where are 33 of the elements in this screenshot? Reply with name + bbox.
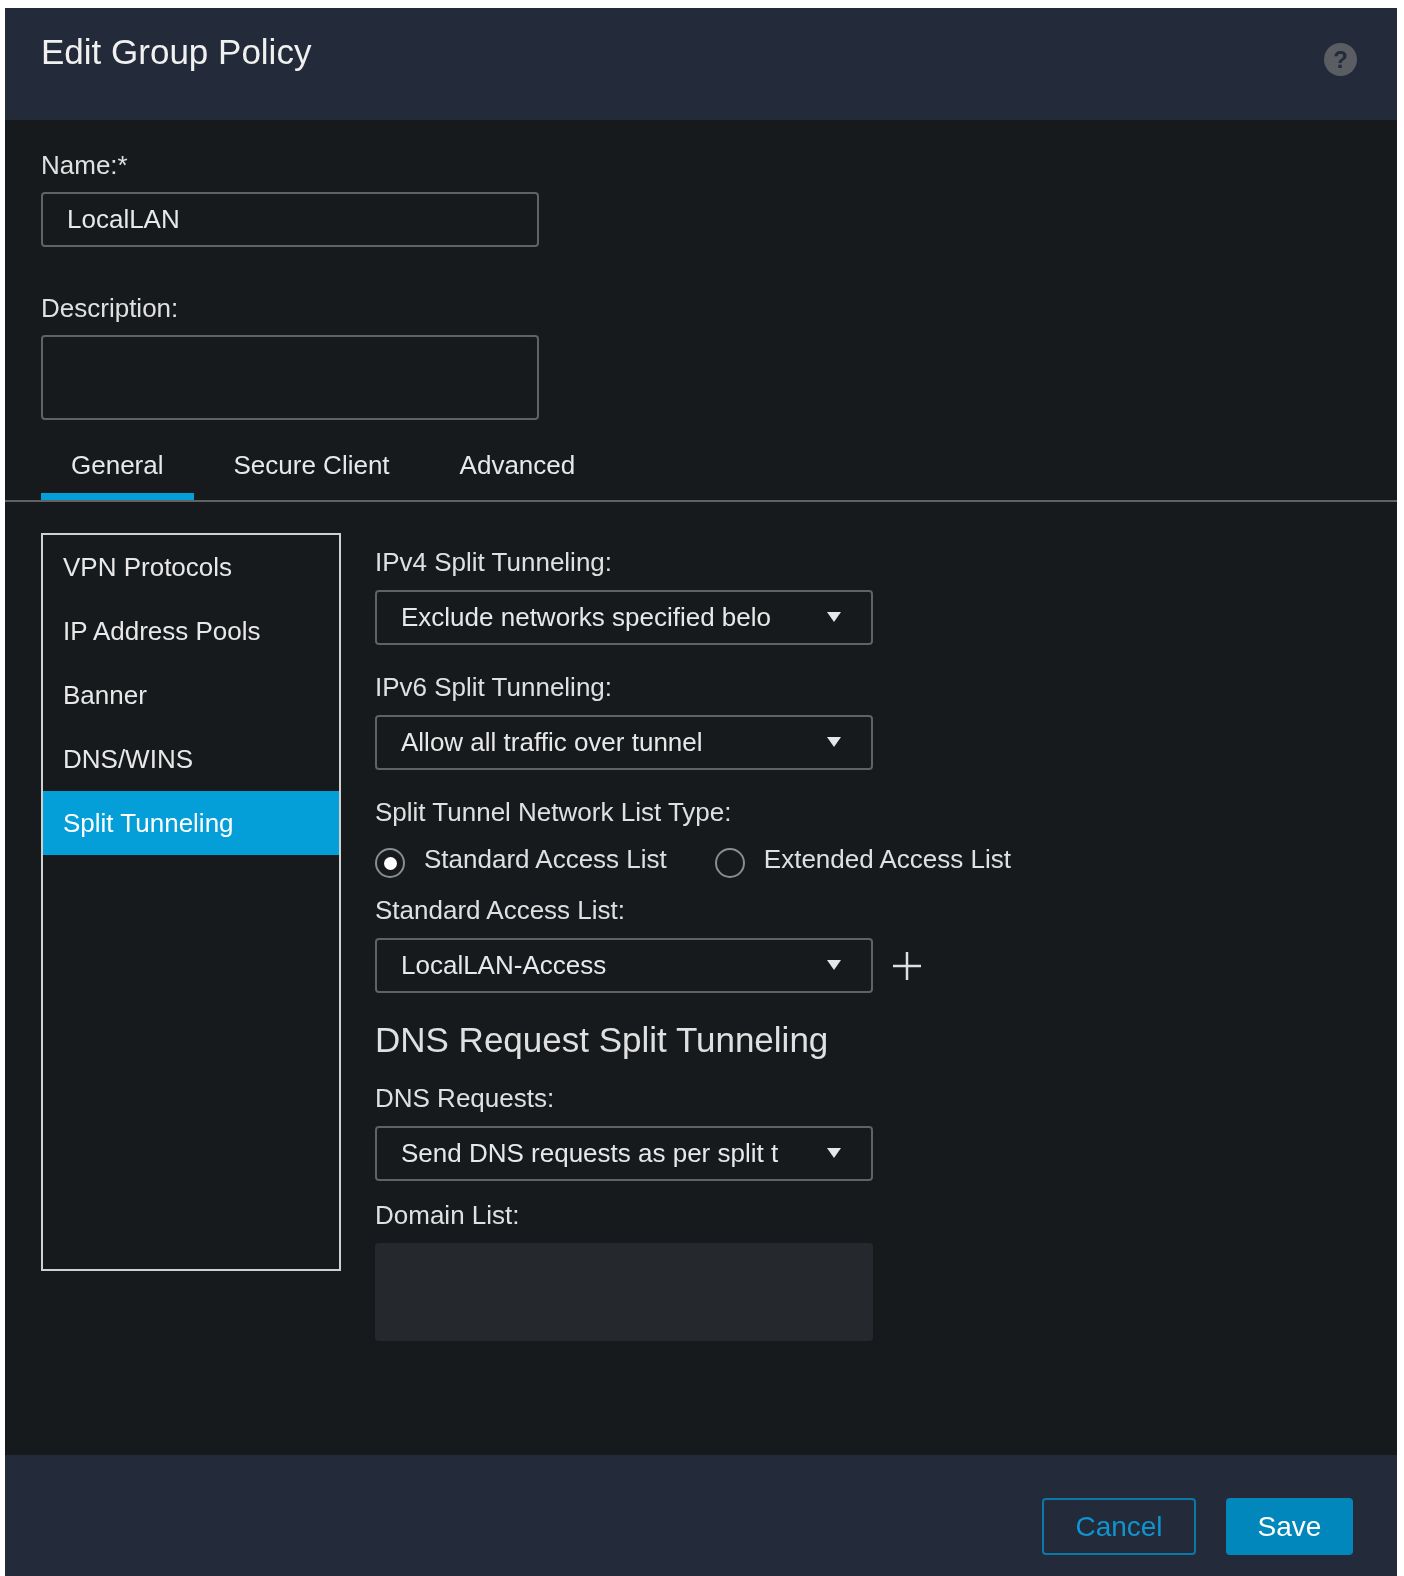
caret-icon	[827, 1148, 841, 1158]
sidebar-item[interactable]: VPN Protocols	[43, 535, 339, 599]
sidebar-item[interactable]: Banner	[43, 663, 339, 727]
dropdown[interactable]: Send DNS requests as per split t	[375, 1126, 873, 1181]
radio-button[interactable]	[714, 848, 745, 878]
field-label: DNS Requests:	[375, 1083, 555, 1113]
tab[interactable]: Advanced	[429, 426, 606, 500]
field-label: IPv6 Split Tunneling:	[375, 672, 613, 702]
cancel-button[interactable]: Cancel	[1042, 1498, 1196, 1555]
plus-icon[interactable]	[893, 951, 921, 980]
field-label: Standard Access List:	[375, 895, 626, 925]
sidebar-item[interactable]: DNS/WINS	[43, 727, 339, 791]
dropdown[interactable]: Allow all traffic over tunnel	[375, 715, 873, 770]
description-field[interactable]	[41, 335, 539, 420]
dropdown[interactable]: Exclude networks specified belo	[375, 590, 873, 645]
dropdown[interactable]: LocalLAN-Access	[375, 938, 873, 993]
caret-icon	[827, 612, 841, 622]
radio-button[interactable]	[375, 848, 405, 878]
sidebar-item[interactable]: IP Address Pools	[43, 599, 339, 663]
field-label: Domain List:	[375, 1200, 520, 1230]
field-label: Description:	[41, 293, 179, 323]
radio-label[interactable]: Standard Access List	[424, 839, 667, 879]
name-field[interactable]: LocalLAN	[41, 192, 539, 247]
field-label: Split Tunnel Network List Type:	[375, 797, 732, 827]
caret-icon	[827, 737, 841, 747]
field-label: Name:*	[41, 150, 128, 180]
save-button[interactable]: Save	[1226, 1498, 1353, 1555]
tab[interactable]: Secure Client	[203, 426, 420, 500]
radio-label[interactable]: Extended Access List	[763, 839, 1011, 879]
section-heading: DNS Request Split Tunneling	[375, 1019, 829, 1061]
caret-icon	[827, 960, 841, 970]
dialog-title: Edit Group Policy	[41, 31, 312, 73]
field-label: IPv4 Split Tunneling:	[375, 547, 613, 577]
